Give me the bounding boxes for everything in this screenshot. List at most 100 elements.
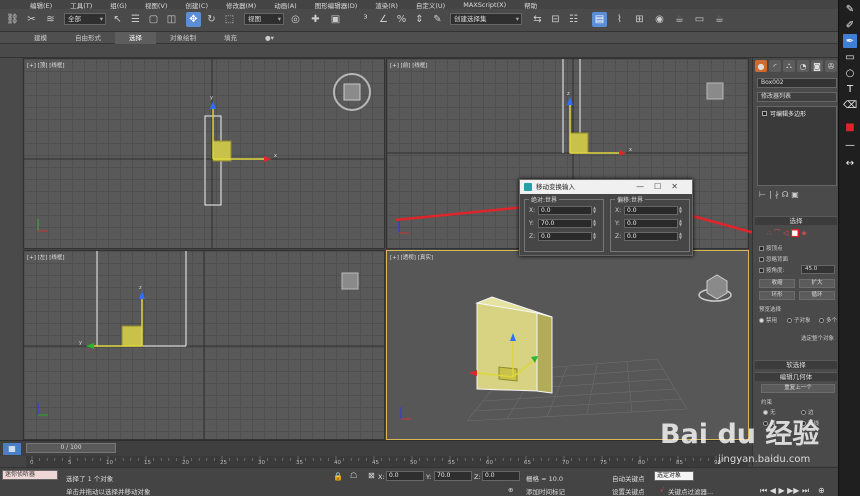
selection-filter-dropdown[interactable]: 全部: [64, 13, 106, 25]
snap-toggle-icon[interactable]: ³: [358, 12, 373, 27]
abs-z-spinner[interactable]: ▲ ▼: [593, 232, 599, 241]
bind-spacewarp-icon[interactable]: ≋: [43, 12, 58, 27]
rollout-selection[interactable]: 选择: [755, 216, 837, 225]
line-width-icon[interactable]: —: [843, 138, 857, 152]
tab-selection[interactable]: 选择: [115, 31, 156, 44]
preview-off-radio[interactable]: 禁用: [759, 316, 777, 324]
maximize-icon[interactable]: ☐: [654, 182, 671, 191]
loop-button[interactable]: 循环: [799, 291, 835, 300]
dialog-titlebar[interactable]: 移动变换输入 —☐✕: [520, 180, 692, 194]
window-crossing-icon[interactable]: ◫: [164, 12, 179, 27]
shrink-button[interactable]: 收缩: [759, 279, 795, 288]
viewport-label-top[interactable]: [+] [顶] [线框]: [27, 61, 64, 69]
link-icon[interactable]: ⛓: [5, 12, 20, 27]
expand-arrows-icon[interactable]: ↔: [843, 156, 857, 170]
viewport-label-front[interactable]: [+] [前] [线框]: [390, 61, 427, 69]
auto-key-label[interactable]: 自动关键点: [612, 473, 645, 483]
text-icon[interactable]: T: [843, 82, 857, 96]
lock-selection-icon[interactable]: 🔒: [333, 472, 343, 481]
viewport-left[interactable]: [+] [左] [线框] y z: [23, 250, 385, 440]
layer-icon[interactable]: ☷: [566, 12, 581, 27]
angle-input[interactable]: 45.0: [801, 265, 835, 274]
off-y-input[interactable]: 0.0: [624, 219, 678, 228]
select-move-icon[interactable]: ✥: [186, 12, 201, 27]
mirror-icon[interactable]: ⇆: [530, 12, 545, 27]
motion-tab-icon[interactable]: ◔: [797, 60, 809, 72]
modify-tab-icon[interactable]: ◜: [769, 60, 781, 72]
viewport-label-persp[interactable]: [+] [透视] [真实]: [390, 253, 433, 261]
eraser-icon[interactable]: ⌫: [843, 98, 857, 112]
viewport-layout-icon[interactable]: ▦: [3, 443, 21, 455]
rollout-soft-selection[interactable]: 软选择: [755, 360, 837, 369]
color-swatch-icon[interactable]: ■: [843, 120, 857, 134]
select-rotate-icon[interactable]: ↻: [204, 12, 219, 27]
key-curve-icon[interactable]: √: [660, 486, 664, 494]
abs-y-input[interactable]: 70.0: [538, 219, 592, 228]
pivot-center-icon[interactable]: ◎: [288, 12, 303, 27]
tab-freeform[interactable]: 自由形式: [61, 32, 115, 44]
create-tab-icon[interactable]: ●: [755, 60, 767, 72]
off-z-spinner[interactable]: ▲ ▼: [679, 232, 685, 241]
render-setup-icon[interactable]: ☕: [672, 12, 687, 27]
modifier-list-dropdown[interactable]: 修改器列表: [757, 92, 837, 102]
object-name-field[interactable]: Box002: [757, 78, 837, 88]
by-vertex-checkbox[interactable]: 按顶点: [759, 244, 783, 252]
curve-editor-icon[interactable]: ⌇: [612, 12, 627, 27]
select-object-icon[interactable]: ↖: [110, 12, 125, 27]
utilities-tab-icon[interactable]: ✇: [825, 60, 837, 72]
preview-multi-radio[interactable]: 多个: [819, 316, 837, 324]
material-editor-icon[interactable]: ◉: [652, 12, 667, 27]
abs-y-spinner[interactable]: ▲ ▼: [593, 219, 599, 228]
ribbon-options-icon[interactable]: ●▾: [251, 32, 288, 44]
abs-x-spinner[interactable]: ▲ ▼: [593, 206, 599, 215]
ring-button[interactable]: 环形: [759, 291, 795, 300]
playback-controls[interactable]: ⏮ ◀ ▶ ▶▶ ⏭: [760, 486, 809, 496]
rect-selection-icon[interactable]: ▢: [146, 12, 161, 27]
stack-tools-icons[interactable]: ⊢ ∣ ∤ ☊ ▣: [759, 190, 799, 199]
x-coord-field[interactable]: 0.0: [386, 471, 424, 481]
close-icon[interactable]: ✕: [671, 182, 688, 191]
angle-snap-icon[interactable]: ∠: [376, 12, 391, 27]
subobject-level-icons[interactable]: ∴ ⌒ ◁ ■ ◈: [767, 228, 807, 238]
y-coord-field[interactable]: 70.0: [434, 471, 472, 481]
selected-dropdown[interactable]: 选定对象: [654, 471, 694, 481]
edit-named-sel-icon[interactable]: ✎: [430, 12, 445, 27]
render-production-icon[interactable]: ☕: [712, 12, 727, 27]
off-x-input[interactable]: 0.0: [624, 206, 678, 215]
select-scale-icon[interactable]: ⬚: [222, 12, 237, 27]
abs-mode-icon[interactable]: ⊠: [368, 471, 375, 480]
off-z-input[interactable]: 0.0: [624, 232, 678, 241]
spinner-snap-icon[interactable]: ⇕: [412, 12, 427, 27]
named-selection-dropdown[interactable]: 创建选择集: [450, 13, 522, 25]
tab-object-paint[interactable]: 对象绘制: [156, 32, 210, 44]
select-by-name-icon[interactable]: ☰: [128, 12, 143, 27]
unlink-icon[interactable]: ✂: [24, 12, 39, 27]
key-filters-button[interactable]: 关键点过滤器...: [668, 486, 713, 496]
rendered-frame-icon[interactable]: ▭: [692, 12, 707, 27]
tab-populate[interactable]: 填充: [210, 32, 251, 44]
zoom-extents-icon[interactable]: ⊕: [818, 486, 825, 495]
display-tab-icon[interactable]: ◙: [811, 60, 823, 72]
keyboard-shortcut-icon[interactable]: ▣: [328, 12, 343, 27]
paint-brush-icon[interactable]: ✒: [843, 34, 857, 48]
off-x-spinner[interactable]: ▲ ▼: [679, 206, 685, 215]
rectangle-icon[interactable]: ▭: [843, 50, 857, 64]
ref-coord-dropdown[interactable]: 视图: [244, 13, 284, 25]
rollout-edit-geometry[interactable]: 编辑几何体: [755, 372, 837, 381]
hierarchy-tab-icon[interactable]: ⛬: [783, 60, 795, 72]
brush-icon[interactable]: ✐: [843, 18, 857, 32]
minimize-icon[interactable]: —: [636, 182, 654, 191]
mini-listener-field[interactable]: 迷你侦听器: [2, 470, 58, 480]
preview-subobject-radio[interactable]: 子对象: [787, 316, 811, 324]
z-coord-field[interactable]: 0.0: [482, 471, 520, 481]
tab-modeling[interactable]: 建模: [20, 32, 61, 44]
viewport-top[interactable]: [+] [顶] [线框] x y: [23, 58, 385, 249]
isolate-icon[interactable]: ☖: [350, 471, 357, 480]
align-icon[interactable]: ⊟: [548, 12, 563, 27]
set-key-label[interactable]: 设置关键点: [612, 486, 645, 496]
percent-snap-icon[interactable]: %: [394, 12, 409, 27]
time-slider[interactable]: 0 / 100: [26, 443, 116, 453]
abs-x-input[interactable]: 0.0: [538, 206, 592, 215]
time-tag-icon[interactable]: ⊕: [508, 486, 513, 494]
by-angle-checkbox[interactable]: 按角度:: [759, 266, 784, 274]
